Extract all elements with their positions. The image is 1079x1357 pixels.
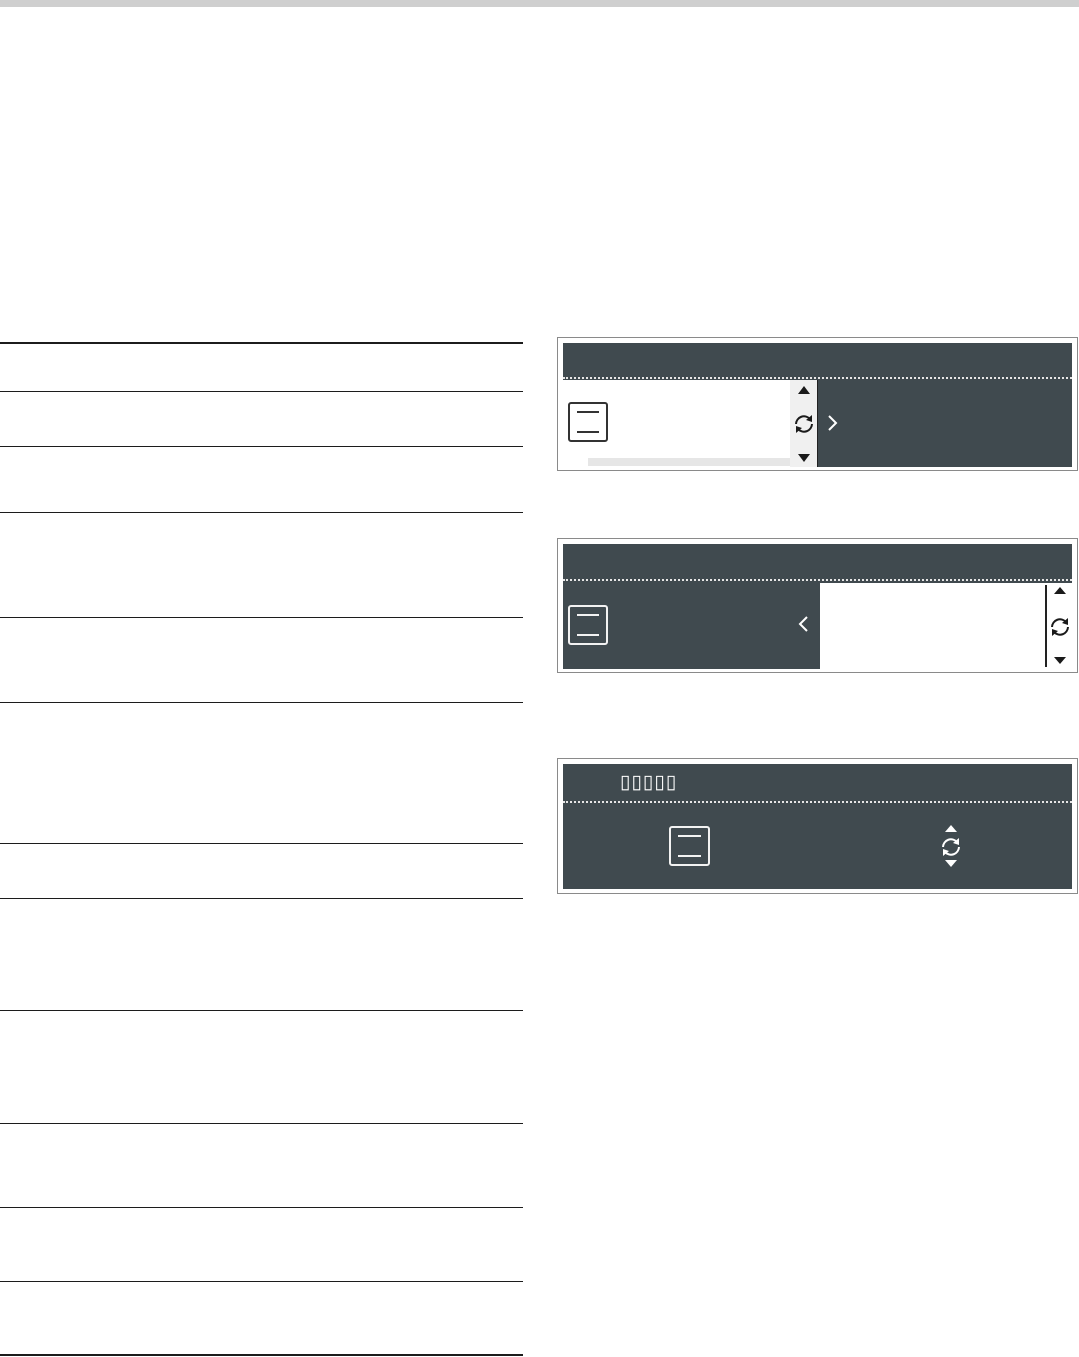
panel-2-selection-area[interactable]: [820, 583, 1072, 669]
oven-icon: [568, 605, 608, 645]
table-header-rule: [0, 391, 523, 392]
table-row-divider: [0, 843, 523, 844]
table-bottom-rule: [0, 1354, 523, 1356]
rotate-selector-icon: [795, 386, 813, 462]
table-top-rule: [0, 342, 523, 344]
display-panel-1: [557, 337, 1078, 471]
table-row-divider: [0, 898, 523, 899]
panel-2-divider: [563, 579, 1072, 581]
rotary-selector[interactable]: [790, 380, 818, 467]
table-row-divider: [0, 446, 523, 447]
settings-table: [0, 0, 523, 1357]
table-row-divider: [0, 617, 523, 618]
panel-2-separator: [1045, 585, 1047, 667]
display-panel-2: [557, 538, 1078, 673]
table-row-divider: [0, 1207, 523, 1208]
chevron-right-icon[interactable]: [827, 414, 839, 432]
panel-1-selection-area[interactable]: [563, 380, 818, 467]
panel-3-divider: [563, 801, 1072, 803]
table-row-divider: [0, 1010, 523, 1011]
panel-1-separator: [817, 380, 818, 467]
table-row-divider: [0, 702, 523, 703]
panel-1-divider: [563, 377, 1072, 379]
mode-label: ▯▯▯▯▯: [620, 772, 678, 793]
oven-icon: [669, 826, 710, 866]
rotate-selector-icon[interactable]: [1048, 583, 1072, 669]
oven-icon: [568, 402, 608, 442]
table-row-divider: [0, 1123, 523, 1124]
rotate-selector-icon[interactable]: [938, 823, 964, 869]
display-panel-3: ▯▯▯▯▯: [557, 758, 1078, 894]
chevron-left-icon[interactable]: [797, 615, 809, 633]
table-row-divider: [0, 1281, 523, 1282]
scroll-track: [588, 458, 790, 466]
table-row-divider: [0, 512, 523, 513]
